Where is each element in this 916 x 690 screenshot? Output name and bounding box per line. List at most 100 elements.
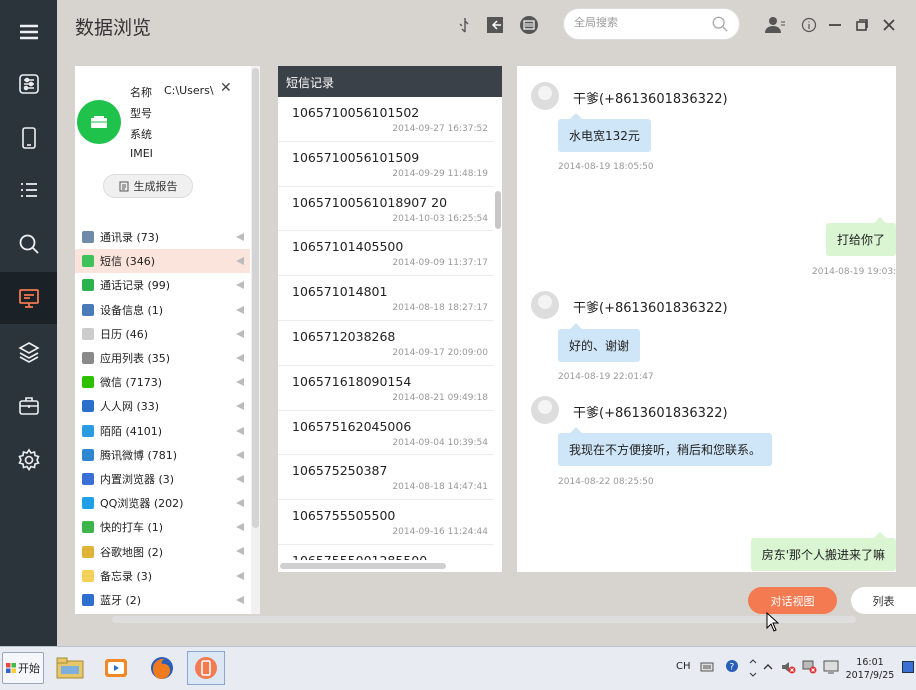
category-item[interactable]: 内置浏览器 (3) bbox=[75, 467, 250, 491]
chevron-up-icon[interactable] bbox=[763, 662, 773, 672]
restore-icon[interactable] bbox=[851, 14, 873, 36]
expand-arrow-icon[interactable] bbox=[236, 305, 244, 314]
expand-arrow-icon[interactable] bbox=[236, 426, 244, 435]
sms-list-item[interactable]: 10657100561018907 20 2014-10-03 16:25:54 bbox=[278, 187, 493, 232]
sms-vertical-thumb[interactable] bbox=[495, 191, 501, 229]
sms-list-item[interactable]: 106571014801 2014-08-18 18:27:17 bbox=[278, 276, 493, 321]
sms-vertical-scrollbar[interactable] bbox=[493, 97, 502, 567]
volume-muted-icon[interactable] bbox=[780, 659, 796, 675]
minimize-icon[interactable] bbox=[824, 14, 846, 36]
gear-icon[interactable] bbox=[0, 434, 57, 486]
message-bubble[interactable]: 房东'那个人搬进来了嘛 bbox=[750, 532, 896, 571]
sms-list-item[interactable]: 1065710056101502 2014-09-27 16:37:52 bbox=[278, 97, 493, 142]
menu-icon[interactable] bbox=[0, 6, 57, 58]
expand-arrow-icon[interactable] bbox=[236, 353, 244, 362]
generate-report-label: 生成报告 bbox=[133, 180, 178, 193]
forensics-app-taskbar-icon[interactable] bbox=[187, 651, 225, 685]
left-scrollbar[interactable] bbox=[251, 66, 260, 614]
search-input[interactable] bbox=[574, 16, 704, 29]
close-icon[interactable]: ✕ bbox=[220, 80, 232, 96]
avatar bbox=[531, 291, 559, 319]
sms-horizontal-scrollbar[interactable] bbox=[278, 560, 493, 570]
category-item[interactable]: 短信 (346) bbox=[75, 249, 250, 274]
export-icon[interactable] bbox=[484, 14, 506, 36]
monitor-icon[interactable] bbox=[0, 272, 57, 324]
expand-arrow-icon[interactable] bbox=[236, 450, 244, 459]
usb-icon[interactable] bbox=[454, 14, 476, 36]
main-horizontal-scrollbar[interactable] bbox=[112, 616, 856, 623]
close-window-icon[interactable] bbox=[878, 14, 900, 36]
message-bubble[interactable]: 水电宽132元 bbox=[558, 113, 651, 152]
search-icon[interactable] bbox=[711, 15, 729, 33]
category-item[interactable]: 人人网 (33) bbox=[75, 394, 250, 418]
expand-arrow-icon[interactable] bbox=[236, 595, 244, 604]
expand-arrow-icon[interactable] bbox=[236, 402, 244, 411]
sms-horizontal-thumb[interactable] bbox=[280, 563, 446, 569]
start-button[interactable]: 开始 bbox=[2, 652, 44, 684]
language-indicator[interactable]: CH bbox=[676, 661, 691, 672]
list-icon[interactable] bbox=[0, 164, 57, 216]
phone-icon[interactable] bbox=[0, 112, 57, 164]
sms-time: 2014-10-03 16:25:54 bbox=[392, 213, 488, 224]
sms-list-item[interactable]: 1065710056101509 2014-09-29 11:48:19 bbox=[278, 142, 493, 187]
keyboard-icon[interactable] bbox=[700, 661, 714, 673]
briefcase-icon[interactable] bbox=[0, 380, 57, 432]
expand-arrow-icon[interactable] bbox=[236, 499, 244, 508]
report-icon[interactable] bbox=[518, 14, 540, 36]
help-icon[interactable]: ? bbox=[725, 659, 739, 673]
info-icon[interactable] bbox=[798, 14, 820, 36]
list-view-button[interactable]: 列表 bbox=[851, 587, 916, 614]
expand-arrow-icon[interactable] bbox=[236, 257, 244, 266]
search-icon[interactable] bbox=[0, 218, 57, 270]
message-bubble[interactable]: 好的、谢谢 bbox=[558, 323, 641, 362]
category-item[interactable]: 通话记录 (99) bbox=[75, 273, 250, 297]
network-error-icon[interactable] bbox=[801, 659, 817, 675]
category-item[interactable]: 快的打车 (1) bbox=[75, 515, 250, 539]
expand-arrow-icon[interactable] bbox=[236, 474, 244, 483]
expand-arrow-icon[interactable] bbox=[236, 329, 244, 338]
sms-list-item[interactable]: 106575162045006 2014-09-04 10:39:54 bbox=[278, 411, 493, 456]
category-item[interactable]: 日历 (46) bbox=[75, 322, 250, 346]
category-item[interactable]: 备忘录 (3) bbox=[75, 564, 250, 588]
sms-list-item[interactable]: 1065755505500 2014-09-16 11:24:44 bbox=[278, 500, 493, 545]
clock[interactable]: 16:01 2017/9/25 bbox=[840, 656, 900, 682]
category-item[interactable]: QQ浏览器 (202) bbox=[75, 491, 250, 515]
expand-arrow-icon[interactable] bbox=[236, 547, 244, 556]
category-item[interactable]: 蓝牙 (2) bbox=[75, 588, 250, 612]
sms-list-item[interactable]: 10657101405500 2014-09-09 11:37:17 bbox=[278, 231, 493, 277]
category-item[interactable]: 微信 (7173) bbox=[75, 370, 250, 394]
expand-arrow-icon[interactable] bbox=[236, 378, 244, 387]
expand-arrow-icon[interactable] bbox=[236, 281, 244, 290]
category-item[interactable]: 腾讯微博 (781) bbox=[75, 443, 250, 467]
device-name-value: C:\Users\ bbox=[164, 84, 214, 97]
firefox-taskbar-icon[interactable] bbox=[143, 651, 181, 685]
sms-list-item[interactable]: 106571618090154 2014-08-21 09:49:18 bbox=[278, 366, 493, 411]
user-icon[interactable] bbox=[764, 14, 786, 36]
left-scroll-thumb[interactable] bbox=[252, 68, 259, 528]
media-player-taskbar-icon[interactable] bbox=[97, 651, 135, 685]
dialog-view-button[interactable]: 对话视图 bbox=[748, 587, 837, 614]
category-label: 应用列表 (35) bbox=[100, 352, 171, 366]
category-item[interactable]: 通讯录 (73) bbox=[75, 225, 250, 249]
display-icon[interactable] bbox=[823, 659, 839, 675]
show-desktop-icon[interactable] bbox=[902, 661, 914, 673]
settings-sliders-icon[interactable] bbox=[0, 58, 57, 110]
category-item[interactable]: 设备信息 (1) bbox=[75, 298, 250, 322]
sms-time: 2014-09-16 11:24:44 bbox=[392, 527, 488, 538]
message-bubble[interactable]: 打给你了 bbox=[825, 217, 896, 256]
generate-report-button[interactable]: 生成报告 bbox=[103, 174, 193, 198]
message-bubble[interactable]: 我现在不方便接听，稍后和您联系。 bbox=[558, 427, 773, 466]
global-search[interactable] bbox=[563, 8, 740, 40]
category-item[interactable]: 陌陌 (4101) bbox=[75, 419, 250, 443]
sms-list-item[interactable]: 106575250387 2014-08-18 14:47:41 bbox=[278, 455, 493, 501]
category-item[interactable]: 应用列表 (35) bbox=[75, 346, 250, 370]
category-item[interactable]: 谷歌地图 (2) bbox=[75, 539, 250, 563]
expand-arrow-icon[interactable] bbox=[236, 523, 244, 532]
file-explorer-taskbar-icon[interactable] bbox=[51, 651, 89, 685]
expand-arrow-icon[interactable] bbox=[236, 233, 244, 241]
input-options-icon[interactable] bbox=[748, 659, 758, 677]
sms-list-item[interactable]: 10657555001285500 bbox=[278, 545, 493, 561]
expand-arrow-icon[interactable] bbox=[236, 571, 244, 580]
layers-icon[interactable] bbox=[0, 326, 57, 378]
sms-list-item[interactable]: 1065712038268 2014-09-17 20:09:00 bbox=[278, 321, 493, 366]
